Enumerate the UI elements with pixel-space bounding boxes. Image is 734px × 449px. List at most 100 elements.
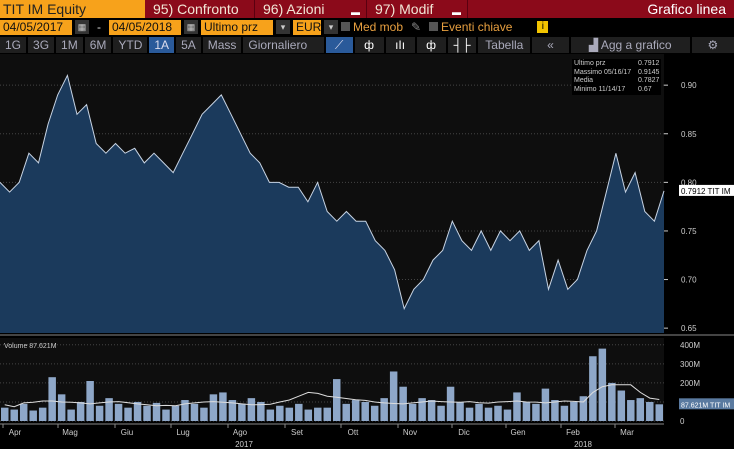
volume-bar: [133, 401, 142, 421]
controls-row: 04/05/2017 ▦ - 04/05/2018 ▦ Ultimo prz ▾…: [0, 19, 549, 35]
x-tick-label: Feb: [566, 428, 580, 437]
info-icon[interactable]: i: [537, 21, 549, 33]
x-tick-label: Mar: [620, 428, 634, 437]
volume-bar: [114, 403, 123, 421]
period-1m[interactable]: 1M: [56, 36, 83, 53]
collapse-button[interactable]: «: [532, 36, 569, 53]
volume-bar: [48, 377, 56, 421]
volume-bar: [608, 382, 616, 421]
period-1a[interactable]: 1A: [149, 36, 175, 53]
actions-menu[interactable]: 96) Azioni ▬: [255, 0, 367, 18]
volume-bar: [465, 407, 474, 421]
volume-bar: [67, 409, 75, 421]
volume-bar: [304, 409, 313, 421]
field-select[interactable]: Ultimo prz: [201, 19, 273, 35]
period-ytd[interactable]: YTD: [113, 36, 148, 53]
bar-chart-icon[interactable]: ıIı: [385, 36, 415, 53]
period-6m[interactable]: 6M: [84, 36, 112, 53]
volume-bar: [200, 407, 208, 421]
volume-bar: [589, 356, 597, 421]
moving-average-label: Med mob: [353, 20, 404, 34]
volume-bar: [437, 405, 445, 421]
volume-bar: [29, 410, 37, 421]
volume-bar: [446, 386, 455, 421]
chart-area[interactable]: 0.900.850.800.750.700.650.7912 TIT IM400…: [0, 54, 734, 449]
ohlc-icon[interactable]: ф: [416, 36, 446, 53]
ticker-field[interactable]: TIT IM Equity: [0, 0, 145, 18]
volume-bar: [570, 401, 578, 421]
volume-bar: [38, 407, 47, 421]
volume-bar: [532, 403, 540, 421]
end-date-input[interactable]: 04/05/2018: [109, 19, 181, 35]
key-events-toggle[interactable]: Eventi chiave: [429, 20, 512, 34]
legend-value: 0.7827: [638, 77, 660, 85]
y-tick-label: 300M: [680, 360, 700, 369]
volume-bar: [314, 407, 322, 421]
add-to-chart-button[interactable]: ▟ Agg a grafico: [570, 36, 690, 53]
add-to-chart-label: Agg a grafico: [600, 37, 672, 52]
volume-bar: [380, 398, 388, 421]
volume-bar: [541, 388, 550, 421]
legend-label: Minimo 11/14/17: [574, 85, 626, 93]
line-chart-icon[interactable]: ⟋: [325, 36, 353, 53]
volume-bar: [636, 398, 645, 421]
volume-bar: [456, 401, 464, 421]
candlestick-icon[interactable]: ф: [354, 36, 384, 53]
x-tick-label: Ott: [348, 428, 359, 437]
period-5a[interactable]: 5A: [176, 36, 201, 53]
chevron-down-icon[interactable]: ▾: [324, 20, 338, 34]
legend-item: Ultimo prz 0.7912: [574, 60, 659, 69]
volume-bar: [209, 394, 218, 421]
legend-value: 0.7912: [638, 60, 660, 67]
x-tick-label: Nov: [403, 428, 417, 437]
volume-bar: [124, 407, 132, 421]
key-events-label: Eventi chiave: [441, 20, 513, 34]
price-legend: Ultimo prz 0.7912 Massimo 05/16/17 0.9145 …: [572, 59, 662, 96]
volume-bar: [19, 403, 28, 421]
legend-value: 0.67: [638, 85, 652, 93]
volume-legend: Volume 87.621M: [4, 343, 57, 350]
volume-bar: [503, 409, 512, 421]
volume-bar: [247, 398, 256, 421]
chevron-down-icon[interactable]: ▾: [276, 20, 290, 34]
start-date-input[interactable]: 04/05/2017: [0, 19, 72, 35]
volume-bar: [342, 403, 350, 421]
period-mass[interactable]: Mass: [202, 36, 242, 53]
x-tick-label: Lug: [176, 428, 189, 437]
volume-bar: [627, 400, 635, 421]
chart-add-icon: ▟: [588, 37, 601, 52]
frequency-select[interactable]: Giornaliero ▼: [243, 36, 324, 68]
legend-item: Media 0.7827: [574, 77, 659, 86]
volume-bar: [560, 405, 569, 421]
x-tick-label: Mag: [62, 428, 78, 437]
y-tick-label: 0.65: [681, 324, 697, 333]
hlc-icon[interactable]: ┤├: [447, 36, 477, 53]
moving-average-toggle[interactable]: Med mob: [341, 20, 403, 34]
settings-button[interactable]: ⚙: [691, 36, 734, 53]
pencil-icon[interactable]: ✎: [406, 20, 426, 34]
x-tick-label: Set: [291, 428, 304, 437]
period-1g[interactable]: 1G: [0, 36, 27, 53]
period-3g[interactable]: 3G: [28, 36, 55, 53]
currency-select[interactable]: EUR: [293, 19, 321, 35]
legend-item: Minimo 11/14/17 0.67: [574, 86, 659, 95]
y-tick-label: 200M: [680, 379, 700, 388]
year-label: 2017: [235, 440, 253, 449]
x-tick-label: Giu: [121, 428, 133, 437]
volume-bar: [190, 403, 199, 421]
y-tick-label: 0.85: [681, 130, 697, 139]
table-button[interactable]: Tabella: [478, 36, 531, 53]
year-label: 2018: [574, 440, 592, 449]
volume-bar: [551, 400, 559, 421]
calendar-icon[interactable]: ▦: [184, 20, 198, 34]
modify-menu[interactable]: 97) Modif ▬: [367, 0, 468, 18]
compare-button[interactable]: 95) Confronto: [145, 0, 255, 18]
compare-label: 95) Confronto: [153, 1, 239, 17]
calendar-icon[interactable]: ▦: [75, 20, 89, 34]
volume-bar: [276, 405, 284, 421]
modify-label: 97) Modif: [375, 1, 434, 17]
volume-bar: [484, 407, 493, 421]
volume-bar: [351, 400, 360, 421]
volume-bar: [655, 404, 663, 421]
volume-bar: [646, 401, 654, 421]
